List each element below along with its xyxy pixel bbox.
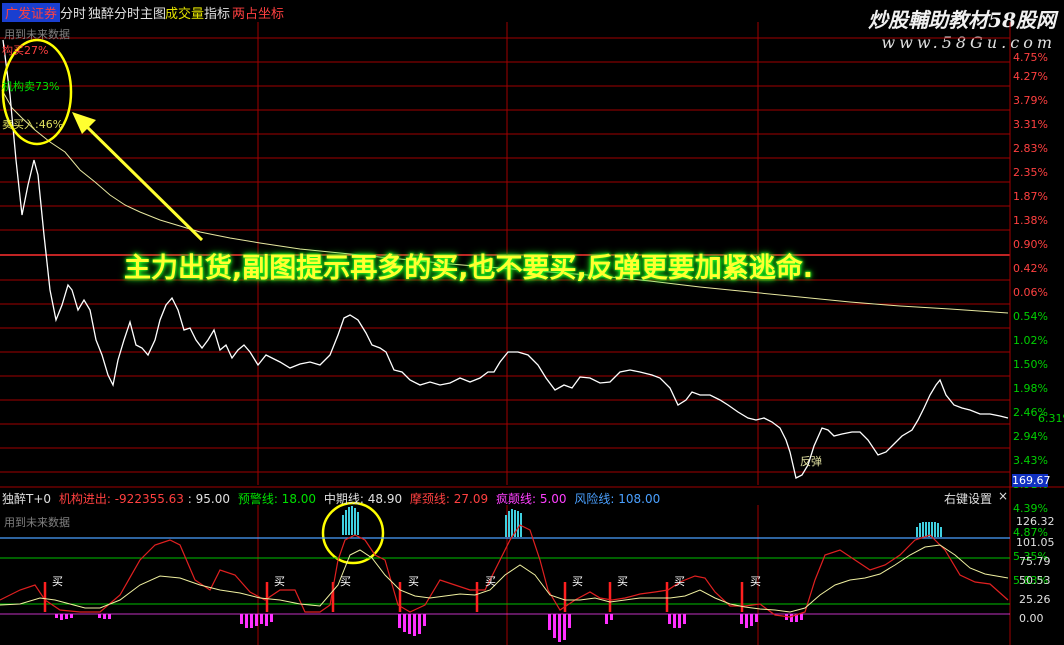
axis-tick: 0.54% bbox=[1013, 310, 1048, 323]
axis-tick: 4.75% bbox=[1013, 51, 1048, 64]
sub-indicator-header: 独醉T+0 机构进出: -922355.63 : 95.00 预警线: 18.0… bbox=[2, 490, 660, 507]
neck-line-value: 摩颈线: 27.09 bbox=[409, 492, 489, 506]
risk-line-value: 风险线: 108.00 bbox=[574, 492, 661, 506]
buy-label: 买 bbox=[485, 575, 496, 588]
buy-markers bbox=[43, 582, 744, 612]
sub-axis-tick: 50.53 bbox=[1019, 574, 1051, 587]
right-click-settings[interactable]: 右键设置 bbox=[944, 490, 992, 507]
institution-sell-percent: 机构卖73% bbox=[2, 80, 60, 93]
buy-label: 买 bbox=[340, 575, 351, 588]
current-price-box: 169.67 bbox=[1012, 474, 1051, 487]
buy-label: 买 bbox=[617, 575, 628, 588]
indicator-name[interactable]: 独醉T+0 bbox=[2, 492, 51, 506]
buy-label: 买 bbox=[572, 575, 583, 588]
axis-tick: 3.31% bbox=[1013, 118, 1048, 131]
institution-line bbox=[0, 524, 1009, 618]
crazy-line-value: 疯颠线: 5.00 bbox=[495, 492, 567, 506]
medium-line bbox=[0, 544, 1009, 613]
institution-flow-extra: : 95.00 bbox=[187, 492, 230, 506]
annotation-text: 主力出货,副图提示再多的买,也不要买,反弹更要加紧逃命. bbox=[124, 253, 814, 284]
chart-canvas bbox=[0, 22, 1064, 645]
axis-tick: 1.02% bbox=[1013, 334, 1048, 347]
buy-in-percent: 卖买入:46% bbox=[2, 118, 64, 131]
buy-label: 买 bbox=[52, 575, 63, 588]
warning-line-value: 预警线: 18.00 bbox=[237, 492, 317, 506]
crazy-bars bbox=[55, 614, 803, 642]
axis-tick: 4.39% bbox=[1013, 502, 1048, 515]
risk-bars bbox=[342, 506, 942, 537]
buy-label: 买 bbox=[750, 575, 761, 588]
sub-axis-tick: 126.32 bbox=[1016, 515, 1055, 528]
axis-tick: 2.35% bbox=[1013, 166, 1048, 179]
institution-buy-percent: 构买27% bbox=[2, 44, 49, 57]
axis-tick: 1.87% bbox=[1013, 190, 1048, 203]
axis-tick-last: 6.31% bbox=[1038, 412, 1064, 425]
axis-tick: 0.06% bbox=[1013, 286, 1048, 299]
sub-axis-tick: 25.26 bbox=[1019, 593, 1051, 606]
annotation-arrow-line bbox=[78, 118, 204, 242]
sub-axis-tick: 0.00 bbox=[1019, 612, 1044, 625]
axis-tick: 2.94% bbox=[1013, 430, 1048, 443]
buy-label: 买 bbox=[274, 575, 285, 588]
axis-tick: 2.83% bbox=[1013, 142, 1048, 155]
axis-tick: 4.27% bbox=[1013, 70, 1048, 83]
main-grid bbox=[0, 22, 1064, 645]
axis-tick: 3.43% bbox=[1013, 454, 1048, 467]
buy-label: 买 bbox=[674, 575, 685, 588]
axis-tick: 3.79% bbox=[1013, 94, 1048, 107]
axis-tick: 1.98% bbox=[1013, 382, 1048, 395]
axis-tick: 1.50% bbox=[1013, 358, 1048, 371]
sub-axis-tick: 101.05 bbox=[1016, 536, 1055, 549]
close-icon[interactable]: × bbox=[998, 489, 1008, 503]
sub-future-data-notice: 用到未来数据 bbox=[4, 516, 70, 529]
axis-tick: 1.38% bbox=[1013, 214, 1048, 227]
sub-axis-tick: 75.79 bbox=[1019, 555, 1051, 568]
rebound-label: 反弹 bbox=[800, 455, 822, 468]
institution-flow-value: 机构进出: -922355.63 bbox=[58, 492, 184, 506]
medium-line-value: 中期线: 48.90 bbox=[323, 492, 403, 506]
buy-label: 买 bbox=[408, 575, 419, 588]
axis-tick: 0.90% bbox=[1013, 238, 1048, 251]
future-data-notice: 用到未来数据 bbox=[4, 28, 70, 41]
axis-tick: 0.42% bbox=[1013, 262, 1048, 275]
